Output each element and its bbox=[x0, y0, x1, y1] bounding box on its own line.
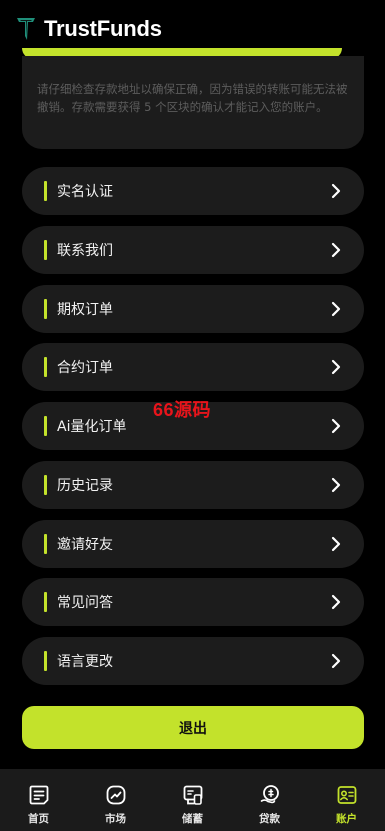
chevron-right-icon bbox=[331, 418, 341, 434]
menu-item-history[interactable]: 历史记录 bbox=[22, 461, 364, 509]
market-icon bbox=[106, 785, 125, 805]
tab-label: 首页 bbox=[28, 813, 49, 825]
menu-item-label: 实名认证 bbox=[57, 184, 113, 200]
tab-label: 市场 bbox=[105, 813, 126, 825]
menu-item-contact-us[interactable]: 联系我们 bbox=[22, 226, 364, 274]
menu-item-language[interactable]: 语言更改 bbox=[22, 637, 364, 685]
menu-item-label: 历史记录 bbox=[57, 478, 113, 494]
menu-item-invite-friends[interactable]: 邀请好友 bbox=[22, 520, 364, 568]
menu-accent-bar bbox=[44, 299, 47, 319]
chevron-right-icon bbox=[331, 301, 341, 317]
tab-label: 贷款 bbox=[259, 813, 280, 825]
menu-accent-bar bbox=[44, 357, 47, 377]
tab-label: 储蓄 bbox=[182, 813, 203, 825]
tab-loan[interactable]: 贷款 bbox=[231, 769, 308, 831]
menu-item-label: 邀请好友 bbox=[57, 537, 113, 553]
tab-savings[interactable]: 储蓄 bbox=[154, 769, 231, 831]
logout-button[interactable]: 退出 bbox=[22, 706, 364, 749]
chevron-right-icon bbox=[331, 653, 341, 669]
menu-accent-bar bbox=[44, 651, 47, 671]
tab-home[interactable]: 首页 bbox=[0, 769, 77, 831]
deposit-notice-text: 请仔细检查存款地址以确保正确，因为错误的转账可能无法被撤销。存款需要获得 5 个… bbox=[37, 82, 348, 114]
deposit-notice-card: 请仔细检查存款地址以确保正确，因为错误的转账可能无法被撤销。存款需要获得 5 个… bbox=[22, 56, 364, 149]
tab-label: 账户 bbox=[336, 813, 357, 825]
menu-item-option-orders[interactable]: 期权订单 bbox=[22, 285, 364, 333]
chevron-right-icon bbox=[331, 477, 341, 493]
watermark: 66源码 bbox=[153, 400, 212, 420]
menu-accent-bar bbox=[44, 475, 47, 495]
loan-icon bbox=[260, 785, 279, 804]
chevron-right-icon bbox=[331, 242, 341, 258]
trustfunds-logo-icon bbox=[17, 18, 35, 40]
menu-accent-bar bbox=[44, 534, 47, 554]
menu-item-contract-orders[interactable]: 合约订单 bbox=[22, 343, 364, 391]
menu-item-label: 合约订单 bbox=[57, 360, 113, 376]
home-icon bbox=[29, 785, 48, 805]
chevron-right-icon bbox=[331, 594, 341, 610]
menu-item-kyc[interactable]: 实名认证 bbox=[22, 167, 364, 215]
menu-accent-bar bbox=[44, 240, 47, 260]
menu-item-label: Ai量化订单 bbox=[57, 419, 127, 435]
menu-item-label: 语言更改 bbox=[57, 654, 113, 670]
menu-item-label: 常见问答 bbox=[57, 595, 113, 611]
tab-account[interactable]: 账户 bbox=[308, 769, 385, 831]
menu-item-label: 联系我们 bbox=[57, 243, 113, 259]
menu-accent-bar bbox=[44, 416, 47, 436]
account-icon bbox=[337, 786, 356, 804]
menu-item-faq[interactable]: 常见问答 bbox=[22, 578, 364, 626]
menu-accent-bar bbox=[44, 181, 47, 201]
savings-icon bbox=[183, 785, 202, 805]
tab-market[interactable]: 市场 bbox=[77, 769, 154, 831]
brand-name: TrustFunds bbox=[44, 16, 162, 41]
chevron-right-icon bbox=[331, 536, 341, 552]
chevron-right-icon bbox=[331, 359, 341, 375]
menu-accent-bar bbox=[44, 592, 47, 612]
chevron-right-icon bbox=[331, 183, 341, 199]
menu-item-label: 期权订单 bbox=[57, 302, 113, 318]
bottom-tab-bar: 首页 市场 储蓄 贷款 账户 bbox=[0, 769, 385, 831]
